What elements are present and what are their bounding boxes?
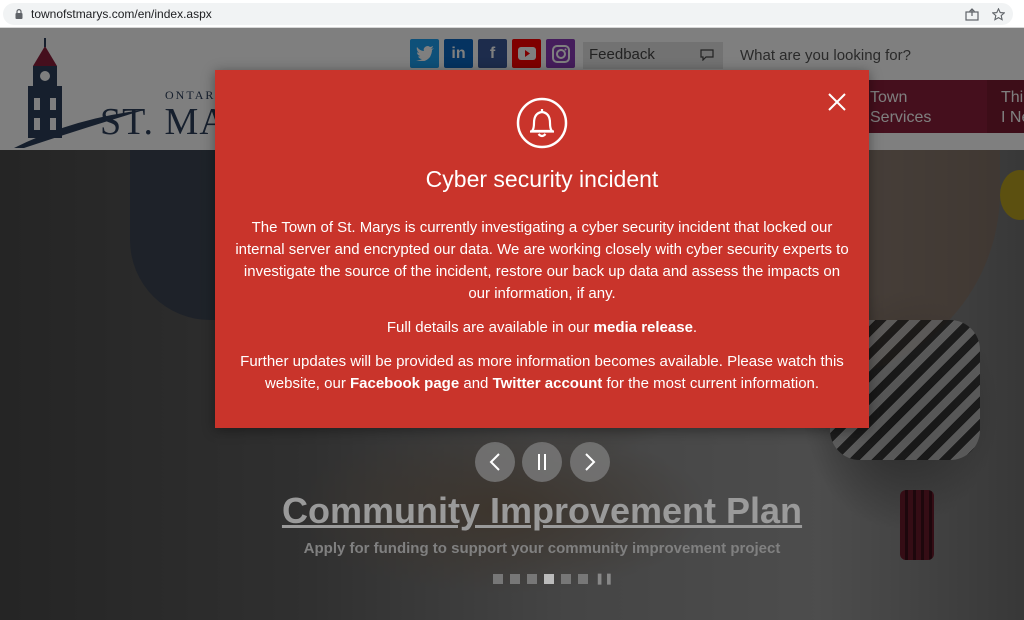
- text-segment: Full details are available in our: [386, 319, 594, 336]
- pause-icon: [538, 454, 546, 470]
- slide-dot[interactable]: [527, 574, 537, 584]
- text-segment: .: [692, 319, 698, 336]
- media-release-link[interactable]: media release: [594, 319, 693, 336]
- slide-indicators: ❚❚: [493, 574, 613, 585]
- slide-dot[interactable]: [561, 574, 571, 584]
- slide-dot[interactable]: [493, 574, 503, 584]
- share-icon[interactable]: [965, 8, 979, 21]
- modal-title: Cyber security incident: [425, 166, 659, 192]
- bookmark-star-icon[interactable]: [992, 8, 1005, 21]
- browser-address-bar: townofstmarys.com/en/index.aspx: [0, 0, 1024, 28]
- modal-paragraph: Further updates will be provided as more…: [235, 351, 849, 395]
- facebook-page-link[interactable]: Facebook page: [350, 375, 459, 392]
- website: ONTAR ST. MA in f Feedback Town Services…: [0, 28, 1024, 620]
- close-icon[interactable]: [827, 92, 847, 112]
- slide-dot-active[interactable]: [544, 574, 554, 584]
- slider-pause-button[interactable]: [522, 442, 562, 482]
- chevron-left-icon: [489, 453, 500, 471]
- cyber-incident-alert-modal: Cyber security incident The Town of St. …: [215, 70, 869, 428]
- modal-paragraph: Full details are available in our media …: [235, 317, 849, 339]
- text-segment: for the most current information.: [602, 375, 820, 392]
- modal-body: The Town of St. Marys is currently inves…: [235, 217, 849, 407]
- slide-title-link[interactable]: Community Improvement Plan: [0, 490, 1024, 532]
- slide-dot[interactable]: [510, 574, 520, 584]
- slider-next-button[interactable]: [570, 442, 610, 482]
- bell-icon: [516, 97, 568, 149]
- modal-paragraph: The Town of St. Marys is currently inves…: [235, 219, 849, 302]
- text-segment: and: [459, 375, 493, 392]
- url-field[interactable]: townofstmarys.com/en/index.aspx: [3, 3, 1013, 25]
- chevron-right-icon: [585, 453, 596, 471]
- slide-subtitle: Apply for funding to support your commun…: [303, 540, 781, 557]
- slider-prev-button[interactable]: [475, 442, 515, 482]
- url-text: townofstmarys.com/en/index.aspx: [31, 7, 212, 21]
- lock-icon: [15, 9, 23, 19]
- pause-small-icon[interactable]: ❚❚: [595, 574, 613, 585]
- twitter-account-link[interactable]: Twitter account: [493, 375, 603, 392]
- slide-dot[interactable]: [578, 574, 588, 584]
